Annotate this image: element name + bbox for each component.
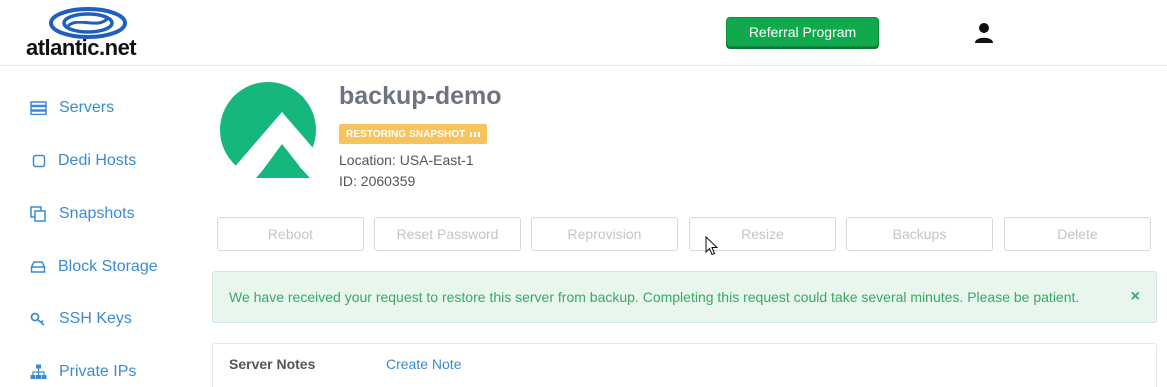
- backups-button[interactable]: Backups: [846, 217, 993, 251]
- delete-button[interactable]: Delete: [1004, 217, 1151, 251]
- success-alert: We have received your request to restore…: [212, 271, 1157, 323]
- sidebar-item-label: Dedi Hosts: [58, 152, 137, 169]
- reset-password-button[interactable]: Reset Password: [374, 217, 521, 251]
- create-note-link[interactable]: Create Note: [386, 356, 461, 372]
- sidebar-item-label: Block Storage: [58, 258, 158, 275]
- status-text: RESTORING SNAPSHOT: [346, 128, 466, 140]
- alert-message: We have received your request to restore…: [229, 289, 1080, 305]
- drive-icon: [30, 261, 46, 273]
- sidebar-item-snapshots[interactable]: Snapshots: [30, 202, 135, 226]
- sidebar-item-dedi-hosts[interactable]: Dedi Hosts: [30, 149, 136, 173]
- sidebar-item-label: Snapshots: [59, 205, 135, 222]
- sidebar-item-label: Private IPs: [59, 363, 137, 380]
- close-icon[interactable]: ×: [1131, 289, 1140, 305]
- server-name: backup-demo: [339, 82, 502, 110]
- square-icon: [32, 154, 46, 168]
- sidebar-item-private-ips[interactable]: Private IPs: [30, 360, 136, 384]
- status-badge: RESTORING SNAPSHOT: [339, 124, 488, 144]
- mouse-cursor-icon: [705, 236, 719, 256]
- copy-icon: [30, 206, 46, 222]
- sidebar-item-ssh-keys[interactable]: SSH Keys: [30, 307, 132, 331]
- top-header: atlantic.net Referral Program: [0, 0, 1167, 66]
- key-icon: [30, 312, 45, 326]
- reprovision-button[interactable]: Reprovision: [531, 217, 678, 251]
- sidebar-nav: Servers Dedi Hosts Snapshots Block Stora…: [0, 67, 190, 387]
- user-account-icon[interactable]: [974, 22, 994, 44]
- sidebar-item-servers[interactable]: Servers: [30, 96, 114, 120]
- server-location: Location: USA-East-1: [339, 152, 474, 168]
- server-notes-title: Server Notes: [229, 356, 316, 372]
- server-notes-panel: Server Notes Create Note: [212, 343, 1157, 387]
- server-id: ID: 2060359: [339, 173, 416, 189]
- sidebar-item-label: Servers: [59, 99, 115, 116]
- atlantic-net-logo[interactable]: atlantic.net: [26, 6, 150, 60]
- server-icon: [30, 101, 47, 115]
- reboot-button[interactable]: Reboot: [217, 217, 364, 251]
- logo-text: atlantic.net: [26, 35, 137, 60]
- server-os-logo-icon: [220, 82, 316, 178]
- referral-program-button[interactable]: Referral Program: [726, 17, 879, 47]
- sidebar-item-block-storage[interactable]: Block Storage: [30, 255, 158, 279]
- sidebar-item-label: SSH Keys: [59, 310, 132, 327]
- loading-dots-icon: [470, 131, 481, 137]
- network-icon: [30, 364, 47, 379]
